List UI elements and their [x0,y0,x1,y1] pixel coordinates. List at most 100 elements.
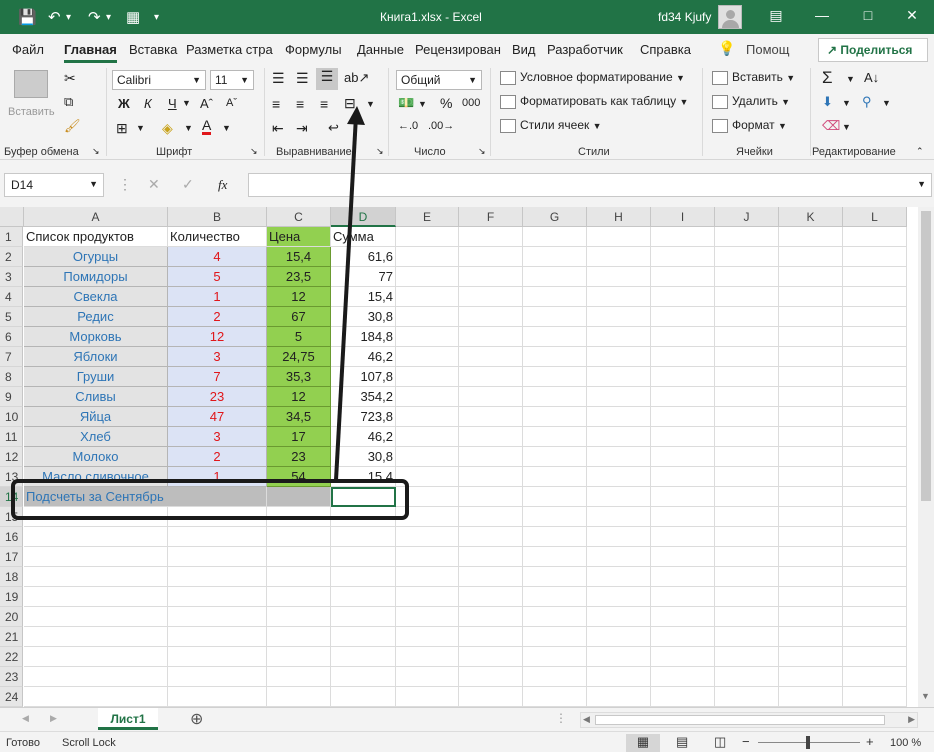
cell[interactable] [587,627,651,647]
find-select-icon[interactable]: ⚲ [862,94,872,110]
cell[interactable] [651,407,715,427]
tell-me-search[interactable]: Помощ [746,42,789,57]
row-header[interactable]: 7 [0,347,23,367]
cell[interactable] [715,467,779,487]
maximize-icon[interactable]: □ [858,7,878,23]
cell[interactable] [267,647,331,667]
tab-formulas[interactable]: Формулы [285,42,342,57]
cell[interactable] [587,547,651,567]
cell[interactable]: 23,5 [267,267,331,287]
cell[interactable] [651,427,715,447]
cell[interactable] [267,547,331,567]
cell[interactable] [779,407,843,427]
cell[interactable]: Свекла [24,287,168,307]
column-header-g[interactable]: G [523,207,587,227]
cell[interactable] [396,627,459,647]
cell[interactable] [715,427,779,447]
wrap-text-icon[interactable]: ↩ [328,120,339,136]
find-dropdown-icon[interactable]: ▼ [882,98,891,108]
cell[interactable] [779,347,843,367]
cell[interactable] [523,227,587,247]
cell[interactable] [267,587,331,607]
cell[interactable] [459,647,523,667]
cell[interactable] [459,627,523,647]
tab-developer[interactable]: Разработчик [547,42,623,57]
redo-dropdown-icon[interactable]: ▾ [106,12,111,23]
cell[interactable] [331,687,396,707]
cell[interactable] [587,287,651,307]
cancel-icon[interactable]: ✕ [148,176,160,193]
cell[interactable] [523,407,587,427]
cell[interactable]: 354,2 [331,387,396,407]
cell[interactable] [459,267,523,287]
name-box[interactable]: D14 ▼ [4,173,104,197]
tab-insert[interactable]: Вставка [129,42,177,57]
page-layout-view-icon[interactable]: ▤ [676,734,688,750]
cell[interactable] [651,447,715,467]
column-header-a[interactable]: A [24,207,168,227]
header-cell[interactable]: Цена [267,227,331,247]
cell[interactable] [396,367,459,387]
underline-button[interactable]: Ч [168,96,177,111]
ribbon-display-icon[interactable]: ▤ [766,7,786,24]
cell[interactable] [267,567,331,587]
autosum-icon[interactable]: Σ [822,68,833,88]
cell[interactable] [843,667,907,687]
cell[interactable] [396,467,459,487]
cell[interactable] [715,407,779,427]
cell[interactable] [843,527,907,547]
cell[interactable] [779,467,843,487]
header-cell[interactable]: Количество [168,227,267,247]
cell[interactable] [523,607,587,627]
cell[interactable] [459,527,523,547]
cell[interactable] [651,487,715,507]
cell[interactable] [715,327,779,347]
cell[interactable] [843,467,907,487]
cell[interactable] [267,687,331,707]
cell[interactable] [843,367,907,387]
cell[interactable] [843,627,907,647]
align-right-icon[interactable]: ≡ [320,96,328,112]
cell[interactable] [651,687,715,707]
cell[interactable] [843,487,907,507]
cell[interactable] [587,567,651,587]
normal-view-icon[interactable]: ▦ [626,734,660,752]
cell[interactable] [779,607,843,627]
cell[interactable] [523,687,587,707]
cell[interactable] [779,667,843,687]
clipboard-launcher-icon[interactable]: ↘ [92,146,100,157]
cell[interactable] [459,227,523,247]
cell[interactable] [779,687,843,707]
format-cells-button[interactable]: Формат ▼ [712,118,787,133]
paste-icon[interactable] [14,70,48,98]
cell[interactable] [459,447,523,467]
cell[interactable] [715,287,779,307]
cell[interactable] [396,267,459,287]
zoom-in-icon[interactable]: + [866,734,874,749]
cell[interactable] [396,247,459,267]
cell[interactable] [779,267,843,287]
cell[interactable] [715,627,779,647]
cell[interactable] [459,667,523,687]
cell[interactable] [396,407,459,427]
cell[interactable] [267,607,331,627]
cell[interactable] [587,247,651,267]
cell[interactable] [843,287,907,307]
cell[interactable] [715,567,779,587]
tab-file[interactable]: Файл [12,42,44,57]
row-header[interactable]: 23 [0,667,23,687]
borders-icon[interactable]: ⊞ [116,120,128,137]
format-painter-icon[interactable]: 🖌 [64,118,81,134]
column-header-d[interactable]: D [331,207,396,227]
cell[interactable]: 15,4 [267,247,331,267]
cell[interactable] [843,607,907,627]
align-bottom-icon[interactable]: ☰ [316,68,338,90]
cell[interactable] [24,527,168,547]
alignment-launcher-icon[interactable]: ↘ [376,146,384,157]
cell[interactable]: 61,6 [331,247,396,267]
enter-icon[interactable]: ✓ [182,176,194,193]
row-header[interactable]: 1 [0,227,23,247]
cell[interactable] [523,587,587,607]
zoom-out-icon[interactable]: − [742,734,750,749]
row-header[interactable]: 11 [0,427,23,447]
